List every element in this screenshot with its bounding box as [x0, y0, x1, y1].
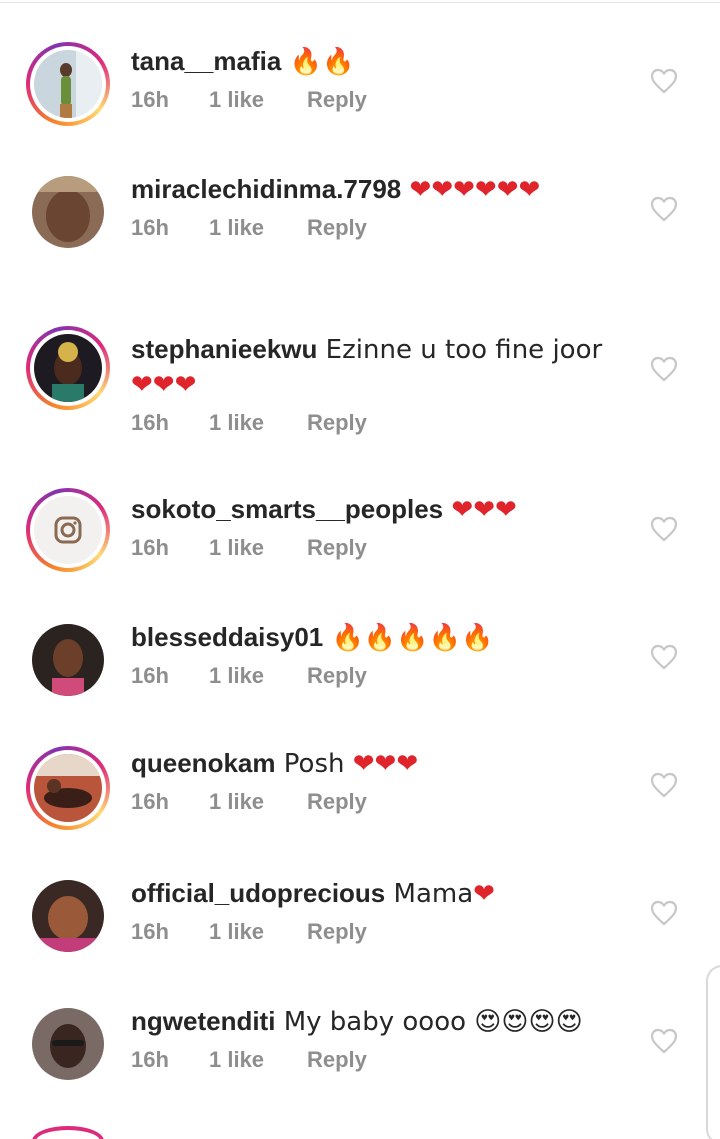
comment-text: Mama❤ [393, 879, 495, 909]
reply-button[interactable]: Reply [307, 87, 367, 113]
avatar[interactable] [32, 1126, 104, 1139]
like-count[interactable]: 1 like [209, 789, 307, 815]
like-heart-icon[interactable] [650, 900, 678, 926]
username-link[interactable]: stephanieekwu [131, 334, 317, 364]
comment-body: blesseddaisy01 🔥🔥🔥🔥🔥 16h 1 like Reply [131, 620, 611, 689]
comment-body: stephanieekwu Ezinne u too fine joor ❤❤❤… [131, 332, 611, 436]
username-link[interactable]: sokoto_smarts__peoples [131, 494, 443, 524]
like-count[interactable]: 1 like [209, 535, 307, 561]
top-divider [0, 2, 720, 3]
username-link[interactable]: queenokam [131, 748, 276, 778]
comment-text: My baby oooo 😍😍😍😍 [275, 1007, 583, 1037]
comment-time: 16h [131, 410, 169, 435]
like-count[interactable]: 1 like [209, 410, 307, 436]
reply-button[interactable]: Reply [307, 789, 367, 815]
comment-body: miraclechidinma.7798 ❤❤❤❤❤❤ 16h 1 like R… [131, 172, 611, 241]
like-count[interactable]: 1 like [209, 663, 307, 689]
like-heart-icon[interactable] [650, 196, 678, 222]
like-heart-icon[interactable] [650, 68, 678, 94]
like-count[interactable]: 1 like [209, 1047, 307, 1073]
avatar[interactable] [32, 176, 104, 248]
comment-time: 16h [131, 919, 169, 944]
like-heart-icon[interactable] [650, 356, 678, 382]
comment-body: tana__mafia 🔥🔥 16h 1 like Reply [131, 44, 611, 113]
comment-text: ❤❤❤❤❤❤ [409, 175, 541, 205]
comment-time: 16h [131, 87, 169, 112]
avatar[interactable] [26, 746, 110, 830]
avatar[interactable] [26, 42, 110, 126]
like-count[interactable]: 1 like [209, 919, 307, 945]
avatar[interactable] [26, 326, 110, 410]
side-scroll-handle[interactable] [706, 965, 720, 1139]
like-heart-icon[interactable] [650, 1028, 678, 1054]
reply-button[interactable]: Reply [307, 410, 367, 436]
username-link[interactable]: official_udoprecious [131, 878, 385, 908]
comment-body: official_udoprecious Mama❤ 16h 1 like Re… [131, 876, 611, 945]
comment-time: 16h [131, 789, 169, 814]
like-count[interactable]: 1 like [209, 215, 307, 241]
username-link[interactable]: miraclechidinma.7798 [131, 174, 401, 204]
reply-button[interactable]: Reply [307, 535, 367, 561]
comment-time: 16h [131, 663, 169, 688]
comment-body: sokoto_smarts__peoples ❤❤❤ 16h 1 like Re… [131, 492, 611, 561]
comment-text: Posh ❤❤❤ [283, 749, 419, 779]
reply-button[interactable]: Reply [307, 919, 367, 945]
comment-text: 🔥🔥 [281, 47, 355, 77]
like-count[interactable]: 1 like [209, 87, 307, 113]
username-link[interactable]: ngwetenditi [131, 1006, 275, 1036]
comment-time: 16h [131, 215, 169, 240]
comment-body: ngwetenditi My baby oooo 😍😍😍😍 16h 1 like… [131, 1004, 611, 1073]
reply-button[interactable]: Reply [307, 1047, 367, 1073]
comment-time: 16h [131, 1047, 169, 1072]
avatar[interactable] [32, 880, 104, 952]
comment-time: 16h [131, 535, 169, 560]
like-heart-icon[interactable] [650, 772, 678, 798]
comment-text: 🔥🔥🔥🔥🔥 [323, 623, 494, 653]
reply-button[interactable]: Reply [307, 215, 367, 241]
avatar[interactable] [26, 488, 110, 572]
avatar[interactable] [32, 624, 104, 696]
username-link[interactable]: tana__mafia [131, 46, 281, 76]
username-link[interactable]: blesseddaisy01 [131, 622, 323, 652]
comment-text: ❤❤❤ [451, 495, 517, 525]
avatar[interactable] [32, 1008, 104, 1080]
reply-button[interactable]: Reply [307, 663, 367, 689]
like-heart-icon[interactable] [650, 644, 678, 670]
like-heart-icon[interactable] [650, 516, 678, 542]
comment-body: queenokam Posh ❤❤❤ 16h 1 like Reply [131, 746, 611, 815]
